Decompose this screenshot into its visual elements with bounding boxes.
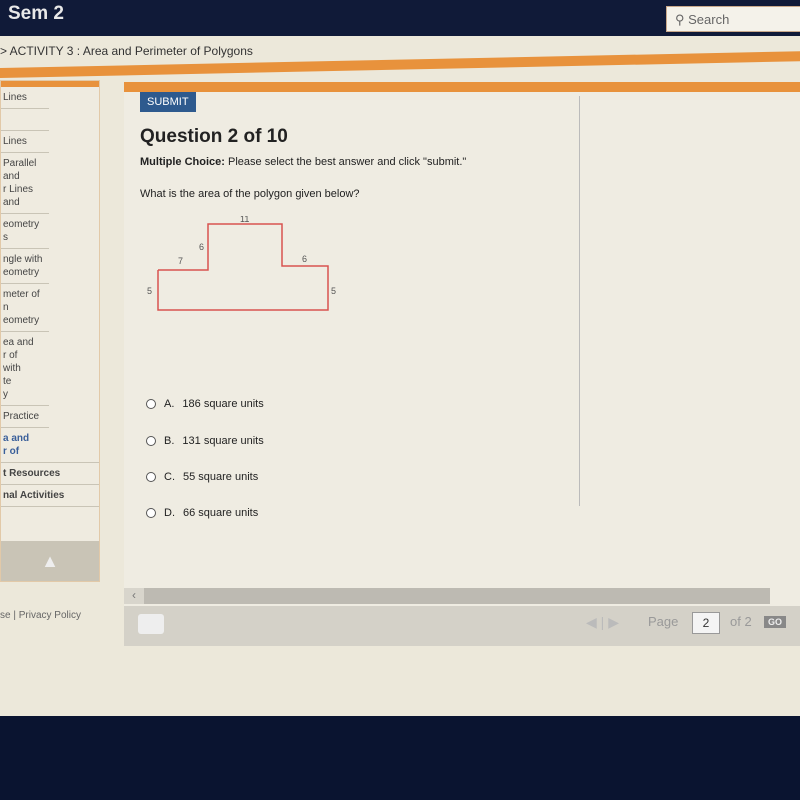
label-inner-left: 6 [199,242,204,252]
pager: ◀ | ▶ Page 2 of 2 GO [124,606,800,646]
radio-button[interactable] [146,472,156,482]
sidebar-item[interactable]: ngle with eometry [1,249,49,284]
answer-choice[interactable]: B. 131 square units [146,435,264,447]
sidebar-item[interactable] [1,109,49,131]
arrow-left-icon: ◀ [586,614,597,630]
sidebar-item[interactable]: ea and r of with te y [1,332,49,406]
screen: > ACTIVITY 3 : Area and Perimeter of Pol… [0,36,800,716]
footer: se | Privacy Policy [0,610,81,621]
submit-button[interactable]: SUBMIT [140,92,196,112]
choice-text: 186 square units [182,398,264,410]
question-prompt: What is the area of the polygon given be… [140,188,360,200]
instructions: Multiple Choice: Please select the best … [140,156,467,168]
answer-choice[interactable]: C. 55 square units [146,471,258,483]
choice-letter: C. [164,471,175,483]
arrow-right-icon: ▶ [608,614,619,630]
polygon-outline [157,223,329,311]
choice-letter: D. [164,507,175,519]
horizontal-scrollbar[interactable] [124,588,770,604]
sidebar-item[interactable]: eometry s [1,214,49,249]
go-button[interactable]: GO [764,616,787,628]
scroll-left-button[interactable]: ‹ [124,588,144,604]
question-title: Question 2 of 10 [140,126,288,147]
page-number-input[interactable]: 2 [692,612,720,634]
radio-button[interactable] [146,436,156,446]
label-left-step: 7 [178,256,183,266]
scroll-up-button[interactable]: ▲ [1,541,99,581]
sidebar-item[interactable]: meter of n eometry [1,284,49,332]
label-left: 5 [147,286,152,296]
sidebar-item[interactable]: a and r of [1,428,99,463]
polygon-figure: 11 6 7 6 5 5 [147,216,336,311]
question-panel: SUBMIT Question 2 of 10 Multiple Choice:… [124,82,800,632]
page-label: Page [648,614,679,629]
sidebar: Lines Lines Parallel and r Lines and eometr… [0,80,100,582]
divider [579,96,580,506]
label-right: 5 [331,286,336,296]
choice-text: 55 square units [183,471,259,483]
sidebar-item[interactable]: Lines [1,131,49,153]
arrow-up-icon: ▲ [41,551,59,571]
printer-icon[interactable] [138,614,164,634]
choice-letter: A. [164,398,175,410]
answer-choice[interactable]: A. 186 square units [146,398,264,410]
page-total: of 2 [730,614,752,629]
choice-letter: B. [164,435,175,447]
privacy-policy-link[interactable]: Privacy Policy [19,610,81,621]
sidebar-item[interactable]: nal Activities [1,485,99,507]
label-top: 11 [240,216,249,224]
sidebar-item[interactable]: Parallel and r Lines and [1,153,49,214]
choice-text: 66 square units [183,507,259,519]
radio-button[interactable] [146,399,156,409]
answer-choice[interactable]: D. 66 square units [146,507,258,519]
breadcrumb: > ACTIVITY 3 : Area and Perimeter of Pol… [0,44,253,58]
choice-text: 131 square units [182,435,264,447]
sidebar-item[interactable]: Practice [1,406,49,428]
footer-link[interactable]: se [0,610,11,621]
app-title: Sem 2 [8,3,64,24]
search-input[interactable]: ⚲ Search [666,6,800,32]
radio-button[interactable] [146,508,156,518]
monitor-bezel [0,716,800,800]
search-icon: ⚲ [675,12,689,27]
label-right-step: 6 [302,254,307,264]
sidebar-item[interactable]: t Resources [1,463,99,485]
page-nav-arrows[interactable]: ◀ | ▶ [586,614,619,631]
sidebar-item[interactable]: Lines [1,87,49,109]
